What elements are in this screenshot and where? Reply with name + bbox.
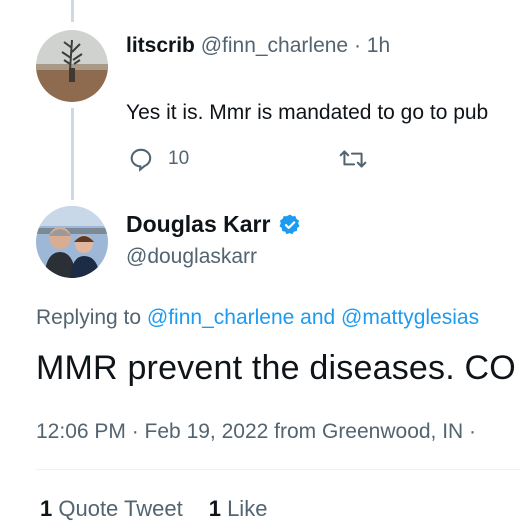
replying-to: Replying to @finn_charlene and @mattygle… — [36, 306, 479, 330]
reply-avatar[interactable] — [36, 30, 108, 102]
reply-count: 10 — [168, 148, 190, 169]
quote-count: 1 — [40, 496, 53, 521]
thread-line-top — [71, 0, 74, 22]
tweet-text: MMR prevent the diseases. CO — [36, 349, 516, 387]
comment-icon[interactable] — [128, 146, 154, 172]
author-avatar[interactable] — [36, 206, 108, 278]
quote-tweets-link[interactable]: 1 Quote Tweet — [40, 496, 183, 521]
verified-badge-icon — [278, 213, 302, 237]
tweet-stats: 1 Quote Tweet 1 Like — [40, 496, 267, 522]
author-handle[interactable]: @douglaskarr — [126, 245, 257, 269]
author-name-row: Douglas Karr — [126, 211, 302, 238]
reply-header: litscrib @finn_charlene · 1h — [126, 34, 390, 58]
author-name[interactable]: Douglas Karr — [126, 211, 270, 238]
like-count: 1 — [208, 496, 221, 521]
avatar-image — [36, 206, 108, 278]
likes-link[interactable]: 1 Like — [209, 496, 268, 521]
thread-line — [71, 108, 74, 200]
replying-prefix: Replying to — [36, 306, 147, 329]
mention-link-2[interactable]: @mattyglesias — [341, 306, 479, 329]
reply-time[interactable]: 1h — [367, 34, 390, 57]
quote-label: Quote Tweet — [52, 496, 183, 521]
reply-text: Yes it is. Mmr is mandated to go to pub … — [126, 66, 520, 128]
reply-author-handle[interactable]: @finn_charlene — [201, 34, 348, 57]
reply-author-name[interactable]: litscrib — [126, 34, 195, 57]
retweet-action[interactable] — [338, 146, 368, 172]
retweet-icon[interactable] — [338, 146, 368, 172]
like-label: Like — [220, 496, 268, 521]
mention-link-1[interactable]: @finn_charlene — [147, 306, 294, 329]
tweet-timestamp[interactable]: 12:06 PM · Feb 19, 2022 from Greenwood, … — [36, 420, 476, 444]
avatar-image — [36, 30, 108, 102]
divider — [36, 469, 520, 470]
reply-text-line1: Yes it is. Mmr is mandated to go to pub — [126, 101, 489, 124]
reply-action[interactable]: 10 — [128, 146, 189, 172]
reply-separator: · — [348, 34, 367, 57]
mention-and: and — [294, 306, 342, 329]
